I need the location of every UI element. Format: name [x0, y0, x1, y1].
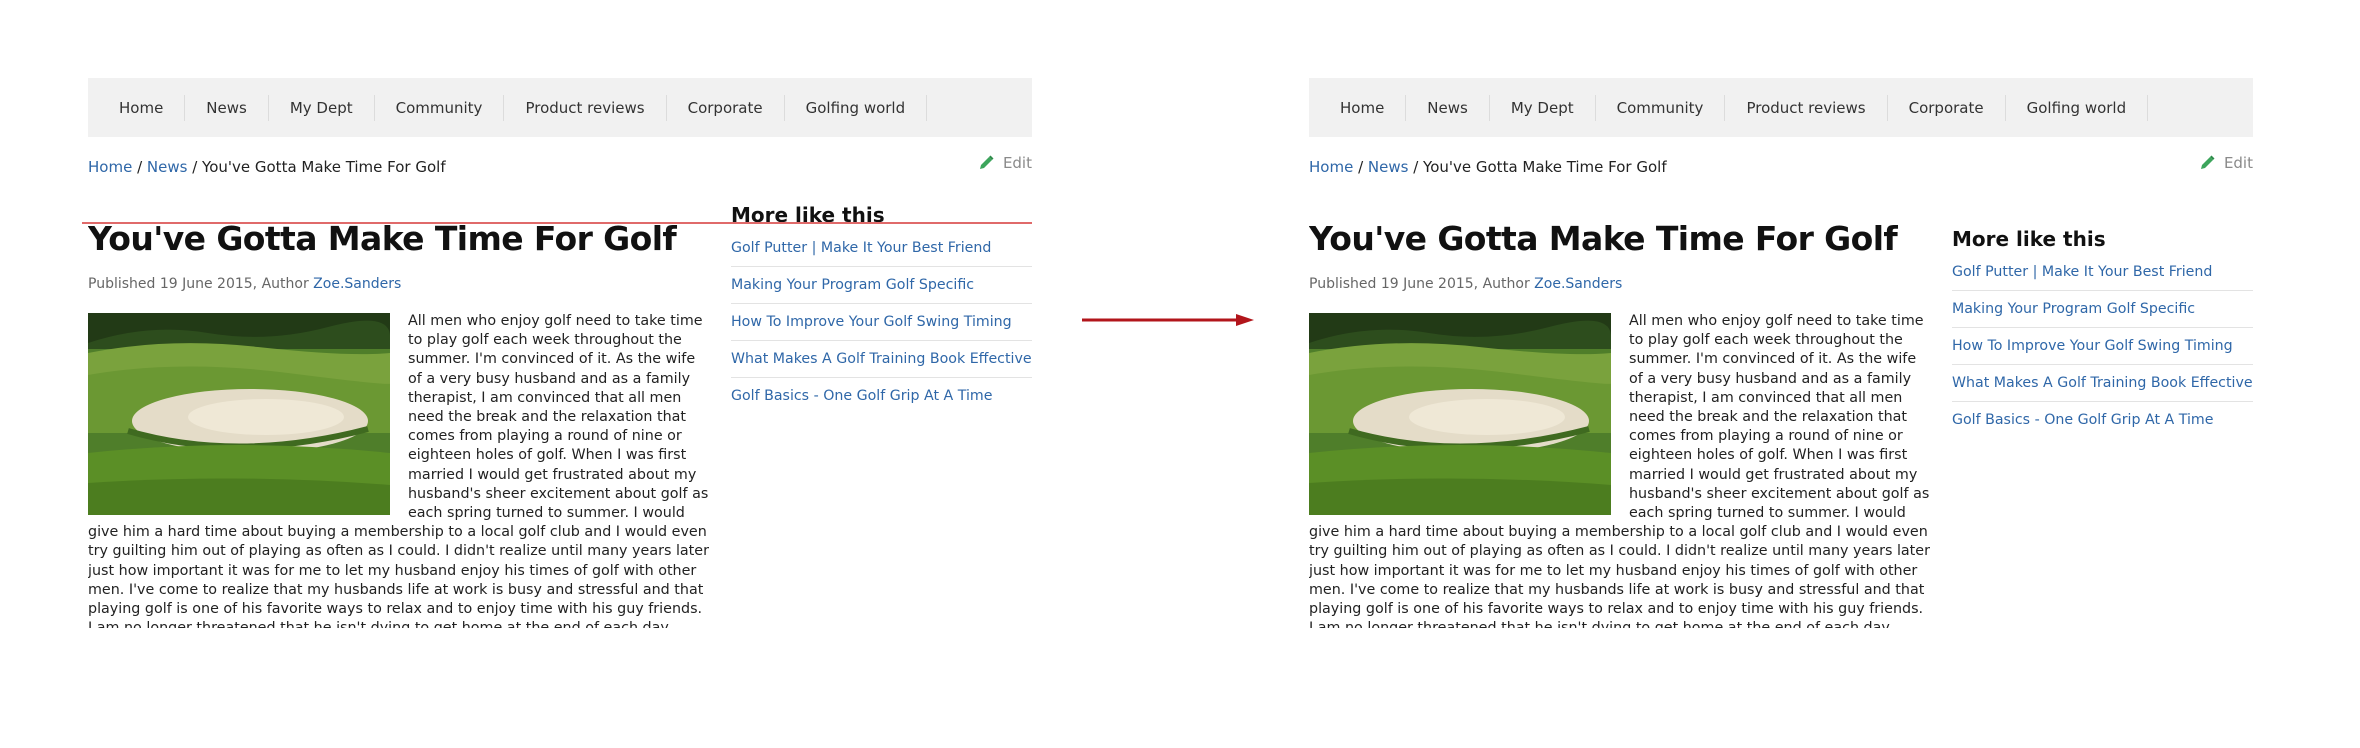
related-link[interactable]: What Makes A Golf Training Book Effectiv…: [1952, 365, 2253, 402]
nav-item-product-reviews[interactable]: Product reviews: [504, 94, 667, 121]
arrow-right-icon: [1082, 314, 1254, 326]
related-link[interactable]: How To Improve Your Golf Swing Timing: [731, 304, 1032, 341]
related-sidebar: More like this Golf Putter | Make It You…: [1952, 226, 2253, 438]
author-link[interactable]: Zoe.Sanders: [313, 276, 401, 292]
golf-bunker-image: [88, 313, 390, 515]
nav-item-my-dept[interactable]: My Dept: [269, 94, 375, 121]
breadcrumb-home-link[interactable]: Home: [88, 158, 132, 176]
main-navbar: Home News My Dept Community Product revi…: [88, 78, 1032, 137]
related-link[interactable]: Making Your Program Golf Specific: [731, 267, 1032, 304]
alignment-guide-line: [82, 222, 1032, 224]
sidebar-title: More like this: [731, 203, 885, 227]
breadcrumb-current: You've Gotta Make Time For Golf: [202, 158, 446, 176]
pencil-icon: [979, 155, 994, 169]
related-link[interactable]: How To Improve Your Golf Swing Timing: [1952, 328, 2253, 365]
breadcrumb: Home / News / You've Gotta Make Time For…: [88, 158, 446, 176]
nav-item-home[interactable]: Home: [98, 94, 186, 121]
breadcrumb-separator: /: [187, 158, 203, 176]
edit-link[interactable]: Edit: [2198, 154, 2253, 172]
nav-item-community[interactable]: Community: [375, 94, 505, 121]
related-link[interactable]: Making Your Program Golf Specific: [1952, 291, 2253, 328]
nav-item-product-reviews[interactable]: Product reviews: [1725, 94, 1888, 121]
related-link[interactable]: Golf Basics - One Golf Grip At A Time: [731, 378, 1032, 414]
edit-label: Edit: [1002, 154, 1032, 172]
breadcrumb-separator: /: [1353, 158, 1368, 176]
related-link[interactable]: What Makes A Golf Training Book Effectiv…: [731, 341, 1032, 378]
breadcrumb-news-link[interactable]: News: [1368, 158, 1409, 176]
related-sidebar: More like this Golf Putter | Make It You…: [731, 202, 1032, 414]
breadcrumb-separator: /: [132, 158, 147, 176]
nav-item-corporate[interactable]: Corporate: [1888, 94, 2006, 121]
page-title: You've Gotta Make Time For Golf: [88, 219, 677, 258]
nav-item-home[interactable]: Home: [1319, 94, 1407, 121]
nav-item-news[interactable]: News: [1406, 94, 1490, 121]
before-screenshot-panel: Home News My Dept Community Product revi…: [88, 78, 1032, 628]
published-text: Published 19 June 2015, Author: [88, 276, 314, 292]
published-text: Published 19 June 2015, Author: [1309, 276, 1535, 292]
breadcrumb: Home / News / You've Gotta Make Time For…: [1309, 158, 1667, 176]
golf-bunker-image: [1309, 313, 1611, 515]
related-link[interactable]: Golf Putter | Make It Your Best Friend: [1952, 254, 2253, 291]
related-link[interactable]: Golf Basics - One Golf Grip At A Time: [1952, 402, 2253, 438]
nav-item-my-dept[interactable]: My Dept: [1490, 94, 1596, 121]
breadcrumb-news-link[interactable]: News: [147, 158, 188, 176]
nav-item-corporate[interactable]: Corporate: [667, 94, 785, 121]
nav-item-golfing-world[interactable]: Golfing world: [2006, 94, 2149, 121]
nav-item-golfing-world[interactable]: Golfing world: [785, 94, 928, 121]
article-meta: Published 19 June 2015, Author Zoe.Sande…: [1309, 276, 1622, 292]
main-navbar: Home News My Dept Community Product revi…: [1309, 78, 2253, 137]
edit-link[interactable]: Edit: [977, 154, 1032, 172]
breadcrumb-separator: /: [1408, 158, 1424, 176]
edit-label: Edit: [2223, 154, 2253, 172]
page-title: You've Gotta Make Time For Golf: [1309, 219, 1898, 258]
breadcrumb-home-link[interactable]: Home: [1309, 158, 1353, 176]
related-link[interactable]: Golf Putter | Make It Your Best Friend: [731, 230, 1032, 267]
nav-item-community[interactable]: Community: [1596, 94, 1726, 121]
breadcrumb-current: You've Gotta Make Time For Golf: [1423, 158, 1667, 176]
pencil-icon: [2200, 155, 2215, 169]
nav-item-news[interactable]: News: [185, 94, 269, 121]
after-screenshot-panel: Home News My Dept Community Product revi…: [1309, 78, 2253, 628]
author-link[interactable]: Zoe.Sanders: [1534, 276, 1622, 292]
article-meta: Published 19 June 2015, Author Zoe.Sande…: [88, 276, 401, 292]
sidebar-title: More like this: [1952, 227, 2106, 251]
